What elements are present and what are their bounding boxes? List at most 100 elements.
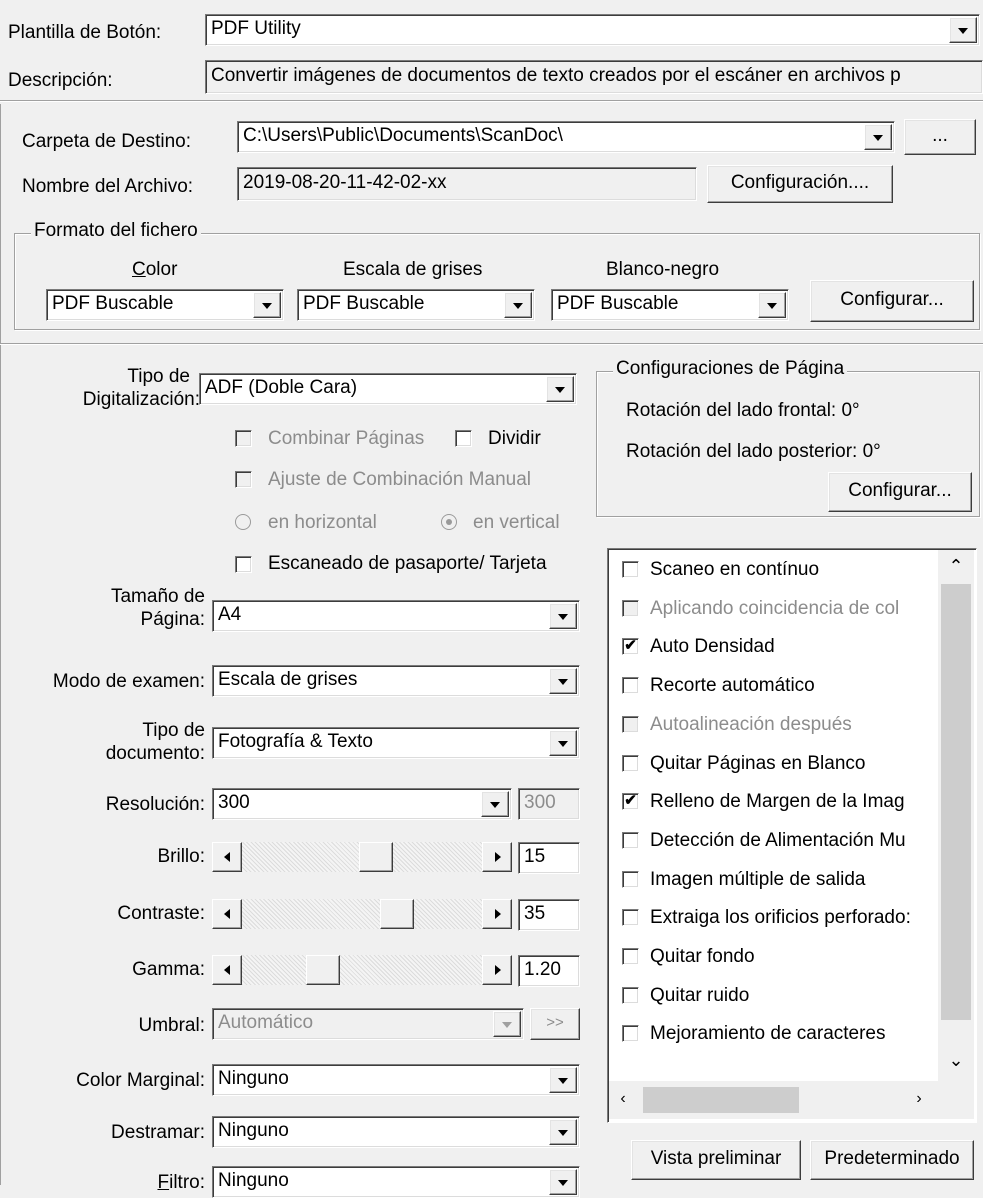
option-checkbox[interactable] xyxy=(622,948,639,965)
gamma-decrease[interactable] xyxy=(212,955,242,985)
chevron-left-icon[interactable]: ‹ xyxy=(613,1089,633,1109)
chevron-right-icon[interactable]: › xyxy=(909,1089,929,1109)
browse-button[interactable]: ... xyxy=(904,119,976,155)
option-checkbox[interactable] xyxy=(622,870,639,888)
scan-type-select[interactable]: ADF (Doble Cara) xyxy=(199,373,577,405)
gamma-slider[interactable] xyxy=(212,955,512,985)
doc-type-select[interactable]: Fotografía & Texto xyxy=(212,727,580,759)
brightness-value-field[interactable]: 15 xyxy=(518,842,580,874)
filter-dropdown[interactable] xyxy=(549,1169,577,1195)
file-format-title: Formato del fichero xyxy=(31,220,201,242)
page-size-select[interactable]: A4 xyxy=(212,600,580,632)
option-checkbox[interactable] xyxy=(622,909,639,927)
vertical-scroll-thumb[interactable] xyxy=(941,584,971,1020)
page-size-value: A4 xyxy=(218,604,242,625)
threshold-select[interactable]: Automático xyxy=(212,1008,524,1040)
threshold-value: Automático xyxy=(218,1012,314,1033)
scan-mode-dropdown[interactable] xyxy=(549,668,577,694)
edge-color-dropdown[interactable] xyxy=(549,1067,577,1093)
template-label: Plantilla de Botón: xyxy=(8,22,162,43)
option-checkbox[interactable]: ✔ xyxy=(622,638,639,656)
gamma-track[interactable] xyxy=(242,955,482,985)
page-size-label-line1: Tamaño de xyxy=(110,586,205,607)
gamma-thumb[interactable] xyxy=(305,955,340,985)
option-checkbox[interactable] xyxy=(622,986,639,1004)
grayscale-format-dropdown[interactable] xyxy=(504,292,532,318)
chevron-down-icon[interactable]: ⌄ xyxy=(938,1050,974,1070)
vertical-radio[interactable] xyxy=(441,514,457,530)
resolution-custom-field[interactable]: 300 xyxy=(518,788,580,820)
horizontal-radio[interactable] xyxy=(235,514,251,530)
chevron-down-icon xyxy=(958,28,968,34)
brightness-label: Brillo: xyxy=(157,846,205,867)
template-dropdown-button[interactable] xyxy=(949,17,977,43)
option-checkbox[interactable]: ✔ xyxy=(622,793,639,811)
contrast-decrease[interactable] xyxy=(212,899,242,929)
option-checkbox[interactable] xyxy=(622,754,639,772)
template-select[interactable]: PDF Utility xyxy=(205,14,980,46)
contrast-value-field[interactable]: 35 xyxy=(518,899,580,931)
option-label: Scaneo en contínuo xyxy=(650,559,820,580)
scan-type-label-line1: Tipo de xyxy=(127,366,190,387)
doc-type-dropdown[interactable] xyxy=(549,730,577,756)
split-checkbox[interactable] xyxy=(455,430,472,447)
option-checkbox[interactable] xyxy=(622,715,639,733)
resolution-select[interactable]: 300 xyxy=(212,788,512,820)
scan-type-dropdown[interactable] xyxy=(546,376,574,402)
gamma-increase[interactable] xyxy=(482,955,512,985)
option-checkbox[interactable] xyxy=(622,1025,639,1043)
manual-combine-checkbox[interactable] xyxy=(235,471,252,488)
passport-checkbox[interactable] xyxy=(235,556,252,573)
filename-config-button[interactable]: Configuración.... xyxy=(707,165,893,203)
grayscale-format-select[interactable]: PDF Buscable xyxy=(297,289,535,321)
option-checkbox[interactable] xyxy=(622,561,639,578)
resolution-dropdown[interactable] xyxy=(481,791,509,817)
option-checkbox[interactable] xyxy=(622,599,639,617)
brightness-increase[interactable] xyxy=(482,842,512,872)
brightness-slider[interactable] xyxy=(212,842,512,872)
color-format-select[interactable]: PDF Buscable xyxy=(46,289,284,321)
description-field[interactable]: Convertir imágenes de documentos de text… xyxy=(205,60,983,94)
color-format-dropdown[interactable] xyxy=(253,292,281,318)
default-button[interactable]: Predeterminado xyxy=(810,1140,974,1180)
page-config-button[interactable]: Configurar... xyxy=(828,472,972,512)
contrast-value: 35 xyxy=(524,903,546,924)
bw-format-select[interactable]: PDF Buscable xyxy=(551,289,789,321)
arrow-left-icon xyxy=(224,965,230,975)
contrast-increase[interactable] xyxy=(482,899,512,929)
format-configure-button[interactable]: Configurar... xyxy=(810,280,974,322)
passport-label: Escaneado de pasaporte/ Tarjeta xyxy=(268,553,547,574)
horizontal-scroll-thumb[interactable] xyxy=(643,1087,799,1113)
destination-dropdown-button[interactable] xyxy=(864,124,892,150)
option-label: Aplicando coincidencia de col xyxy=(650,597,900,619)
combine-pages-checkbox[interactable] xyxy=(235,430,252,447)
bw-format-dropdown[interactable] xyxy=(758,292,786,318)
page-size-dropdown[interactable] xyxy=(549,603,577,629)
scan-mode-value: Escala de grises xyxy=(218,669,358,690)
option-checkbox[interactable] xyxy=(622,831,639,849)
option-checkbox[interactable] xyxy=(622,677,639,695)
contrast-slider[interactable] xyxy=(212,899,512,929)
bw-format-value: PDF Buscable xyxy=(557,293,679,314)
descreen-dropdown[interactable] xyxy=(549,1119,577,1145)
scan-mode-select[interactable]: Escala de grises xyxy=(212,665,580,697)
options-list[interactable]: Scaneo en contínuo Aplicando coincidencia… xyxy=(607,548,977,1123)
threshold-more-button[interactable]: >> xyxy=(530,1008,580,1040)
filter-select[interactable]: Ninguno xyxy=(212,1166,580,1198)
color-label: Color xyxy=(132,259,178,280)
contrast-thumb[interactable] xyxy=(380,899,415,929)
horizontal-scrollbar[interactable]: ‹ › xyxy=(609,1081,938,1119)
edge-color-select[interactable]: Ninguno xyxy=(212,1064,580,1096)
brightness-decrease[interactable] xyxy=(212,842,242,872)
destination-folder-select[interactable]: C:\Users\Public\Documents\ScanDoc\ xyxy=(237,121,895,153)
contrast-track[interactable] xyxy=(242,899,482,929)
chevron-up-icon[interactable]: ⌃ xyxy=(938,556,974,576)
descreen-select[interactable]: Ninguno xyxy=(212,1116,580,1148)
gamma-value-field[interactable]: 1.20 xyxy=(518,955,580,987)
filename-field[interactable]: 2019-08-20-11-42-02-xx xyxy=(237,167,697,201)
threshold-dropdown[interactable] xyxy=(493,1011,521,1037)
doc-type-value: Fotografía & Texto xyxy=(218,731,373,752)
brightness-thumb[interactable] xyxy=(359,842,394,872)
vertical-scrollbar[interactable]: ⌃ ⌄ xyxy=(938,550,974,1081)
preview-button[interactable]: Vista preliminar xyxy=(631,1140,801,1180)
